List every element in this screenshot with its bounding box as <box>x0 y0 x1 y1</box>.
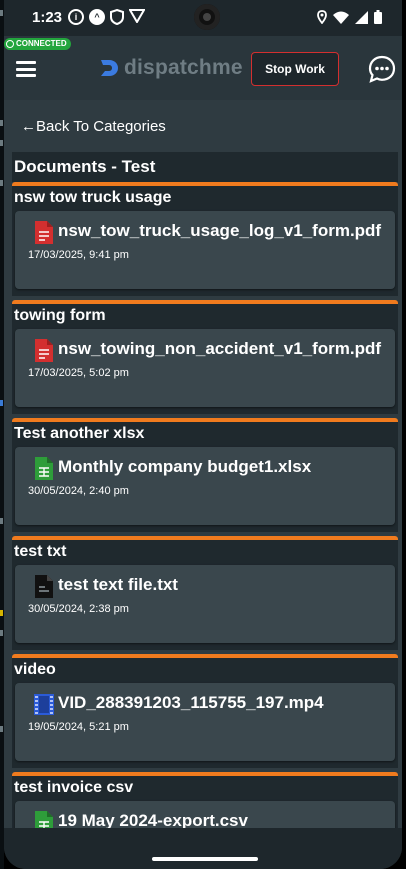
brand-name: dispatchme <box>124 56 243 79</box>
vpn-icon <box>128 9 146 29</box>
file-date: 17/03/2025, 9:41 pm <box>28 249 129 261</box>
hamburger-icon-line <box>16 74 36 77</box>
document-group: nsw tow truck usage nsw_tow_truck_usage_… <box>12 182 398 296</box>
document-group: test invoice csv 19 May 2024-export.csv <box>12 772 398 828</box>
wifi-icon <box>333 11 349 28</box>
pdf-file-icon <box>35 221 53 244</box>
file-date: 30/05/2024, 2:38 pm <box>28 603 129 615</box>
file-name: 19 May 2024-export.csv <box>58 811 248 828</box>
file-name: nsw_tow_truck_usage_log_v1_form.pdf <box>58 221 382 240</box>
document-group: video VID_288391203_115755_197.mp4 19/05… <box>12 654 398 768</box>
document-card[interactable]: test text file.txt 30/05/2024, 2:38 pm <box>15 565 395 643</box>
file-date: 19/05/2024, 5:21 pm <box>28 721 129 733</box>
file-date: 17/03/2025, 5:02 pm <box>28 367 129 379</box>
text-file-icon <box>35 575 53 598</box>
connected-label: CONNECTED <box>16 39 67 48</box>
location-icon <box>317 10 327 28</box>
file-name: Monthly company budget1.xlsx <box>58 457 312 476</box>
document-group: towing form nsw_towing_non_accident_v1_f… <box>12 300 398 414</box>
section-title: Documents - Test <box>12 152 398 182</box>
system-nav-bar <box>4 828 402 869</box>
shield-icon <box>110 8 124 29</box>
document-card[interactable]: nsw_towing_non_accident_v1_form.pdf 17/0… <box>15 329 395 407</box>
spreadsheet-file-icon <box>35 457 53 480</box>
home-indicator[interactable] <box>152 857 258 861</box>
status-system-icons <box>317 10 382 28</box>
documents-content: ←Back To Categories Documents - Test nsw… <box>4 100 402 828</box>
chat-button[interactable] <box>368 55 396 83</box>
file-name: nsw_towing_non_accident_v1_form.pdf <box>58 339 382 358</box>
document-card[interactable]: nsw_tow_truck_usage_log_v1_form.pdf 17/0… <box>15 211 395 289</box>
status-bar: 1:23 i ^ <box>4 0 402 36</box>
signal-icon <box>355 10 368 28</box>
group-name: test txt <box>14 543 67 560</box>
file-name: test text file.txt <box>58 575 178 594</box>
file-name: VID_288391203_115755_197.mp4 <box>58 693 324 712</box>
group-name: towing form <box>14 307 106 324</box>
connected-badge: CONNECTED <box>4 38 71 50</box>
status-notification-icons: i ^ <box>68 8 146 29</box>
battery-icon <box>374 10 382 28</box>
document-card[interactable]: 19 May 2024-export.csv <box>15 801 395 828</box>
phone-screen: 1:23 i ^ CONNECTED dispatchme Stop Work … <box>4 0 402 869</box>
app-icon: ^ <box>89 9 105 25</box>
document-card[interactable]: VID_288391203_115755_197.mp4 19/05/2024,… <box>15 683 395 761</box>
group-name: nsw tow truck usage <box>14 189 172 206</box>
info-icon: i <box>68 9 84 25</box>
file-date: 30/05/2024, 2:40 pm <box>28 485 129 497</box>
document-group: test txt test text file.txt 30/05/2024, … <box>12 536 398 650</box>
group-name: test invoice csv <box>14 779 134 796</box>
connection-icon <box>6 40 14 48</box>
back-to-categories-link[interactable]: ←Back To Categories <box>21 118 166 135</box>
front-camera <box>194 4 220 30</box>
group-name: video <box>14 661 56 678</box>
status-time: 1:23 <box>32 9 63 26</box>
csv-file-icon <box>35 811 53 828</box>
chat-bubble-icon <box>368 55 396 83</box>
app-header: CONNECTED dispatchme Stop Work <box>4 36 402 100</box>
pdf-file-icon <box>35 339 53 362</box>
group-name: Test another xlsx <box>14 425 145 442</box>
document-card[interactable]: Monthly company budget1.xlsx 30/05/2024,… <box>15 447 395 525</box>
dispatchme-logo-icon <box>101 60 118 76</box>
document-group: Test another xlsx Monthly company budget… <box>12 418 398 532</box>
video-file-icon <box>34 694 54 715</box>
menu-button[interactable] <box>16 61 36 77</box>
hamburger-icon <box>16 61 36 64</box>
stop-work-button[interactable]: Stop Work <box>251 52 339 86</box>
brand-logo: dispatchme <box>98 56 243 80</box>
hamburger-icon-line <box>16 67 36 71</box>
